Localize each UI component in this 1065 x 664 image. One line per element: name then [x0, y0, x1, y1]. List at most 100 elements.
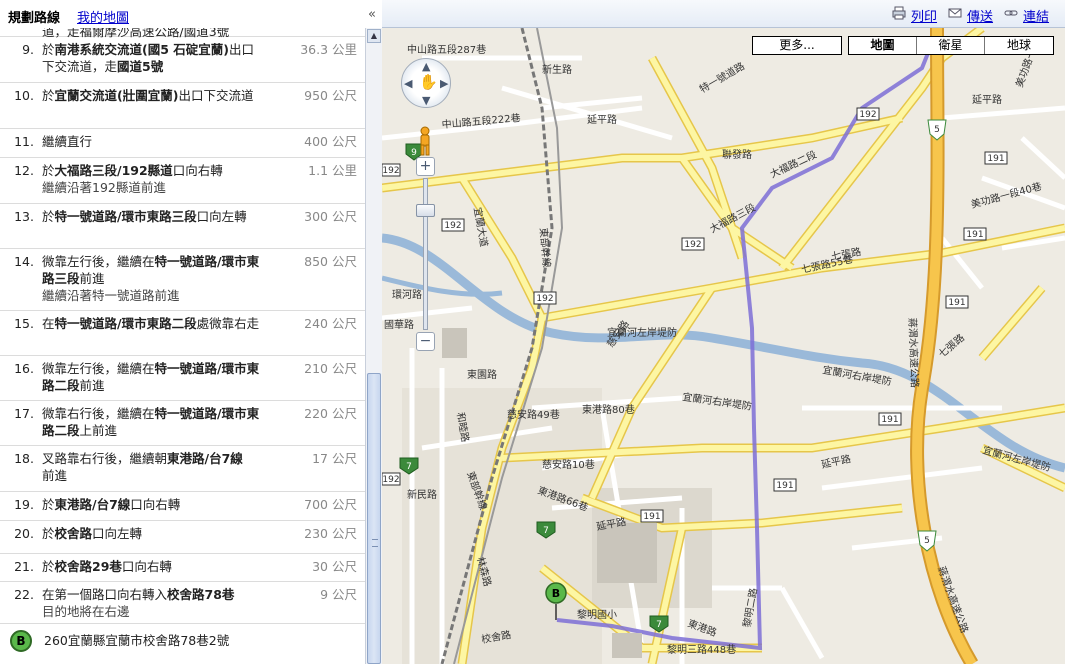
step-distance: 30 公尺 — [312, 559, 357, 574]
pan-down-icon[interactable]: ▼ — [422, 94, 430, 107]
step-text: 在特一號道路/環市東路二段處微靠右走 — [42, 316, 260, 331]
hand-icon[interactable]: ✋ — [419, 73, 438, 91]
pan-up-icon[interactable]: ▲ — [422, 60, 430, 73]
step-distance: 700 公尺 — [304, 497, 357, 512]
send-link[interactable]: 傳送 — [967, 6, 993, 25]
step-number: 21. — [14, 559, 34, 574]
scroll-thumb[interactable] — [367, 373, 381, 664]
map-canvas[interactable]: 192 192 192 192 192 192 191 191 191 191 … — [382, 28, 1065, 664]
svg-text:192: 192 — [684, 240, 701, 250]
map-toolbar: 列印 傳送 連結 — [382, 0, 1065, 28]
destination-address: 260宜蘭縣宜蘭市校舍路78巷2號 — [44, 633, 230, 648]
step-number: 20. — [14, 526, 34, 541]
road-shield: 192 — [681, 237, 705, 251]
link-chain-icon[interactable] — [1004, 6, 1018, 20]
map-type-earth-button[interactable]: 地球 — [985, 37, 1053, 54]
destination-marker-icon: B — [10, 630, 32, 652]
step-number: 10. — [14, 88, 34, 103]
step-number: 16. — [14, 361, 34, 376]
direction-step[interactable]: 10. 於宜蘭交流道(壯圍宜蘭)出口下交流道 950 公尺 — [0, 83, 365, 129]
step-text: 於特一號道路/環市東路三段口向左轉 — [42, 209, 247, 224]
map-graphic: 192 192 192 192 192 192 191 191 191 191 … — [382, 28, 1065, 664]
road-label: 環河路 — [392, 288, 422, 301]
directions-scrollbar[interactable]: ▲ — [365, 28, 382, 664]
scroll-up-arrow-icon[interactable]: ▲ — [367, 29, 381, 43]
svg-text:191: 191 — [881, 415, 898, 425]
my-maps-link[interactable]: 我的地圖 — [77, 7, 129, 26]
svg-text:192: 192 — [382, 166, 399, 176]
road-shield: 191 — [963, 227, 987, 241]
direction-step[interactable]: 17. 微靠右行後，繼續在特一號道路/環市東路二段上前進 220 公尺 — [0, 401, 365, 446]
direction-step[interactable]: 12. 於大福路三段/192縣道口向右轉 繼續沿著192縣道前進 1.1 公里 — [0, 158, 365, 204]
step-text: 於南港系統交流道(國5 石碇宜蘭)出口下交流道，走國道5號 — [42, 42, 255, 74]
road-label: 中山路五段287巷 — [407, 43, 486, 56]
svg-text:191: 191 — [776, 481, 793, 491]
svg-text:5: 5 — [934, 125, 940, 135]
step-text: 叉路靠右行後，繼續朝東港路/台7線 前進 — [42, 451, 243, 483]
zoom-out-button[interactable]: − — [416, 332, 435, 351]
direction-step[interactable]: 14. 微靠左行後，繼續在特一號道路/環市東路三段前進 繼續沿著特一號道路前進 8… — [0, 249, 365, 311]
road-shield: 192 — [382, 163, 401, 177]
svg-text:191: 191 — [643, 512, 660, 522]
svg-text:192: 192 — [382, 475, 399, 485]
building — [597, 523, 657, 583]
step-distance: 36.3 公里 — [300, 42, 357, 57]
direction-step[interactable]: 13. 於特一號道路/環市東路三段口向左轉 300 公尺 — [0, 204, 365, 249]
step-distance: 300 公尺 — [304, 209, 357, 224]
step-text: 微靠左行後，繼續在特一號道路/環市東路二段前進 — [42, 361, 260, 393]
direction-step[interactable]: 22. 在第一個路口向右轉入校舍路78巷 目的地將在右邊 9 公尺 — [0, 582, 365, 624]
destination-row[interactable]: B 260宜蘭縣宜蘭市校舍路78巷2號 — [0, 624, 365, 654]
step-number: 14. — [14, 254, 34, 269]
step-text: 於大福路三段/192縣道口向右轉 繼續沿著192縣道前進 — [42, 163, 223, 195]
road-label: 慈安路10巷 — [542, 458, 595, 471]
map-type-map-button[interactable]: 地圖 — [849, 37, 917, 54]
direction-step[interactable]: 15. 在特一號道路/環市東路二段處微靠右走 240 公尺 — [0, 311, 365, 356]
step-number: 17. — [14, 406, 34, 421]
road-label: 新生路 — [542, 63, 572, 76]
road-label: 慈安路49巷 — [507, 408, 560, 421]
step-note: 繼續沿著192縣道前進 — [42, 180, 166, 195]
svg-text:7: 7 — [406, 462, 412, 472]
direction-step[interactable]: 18. 叉路靠右行後，繼續朝東港路/台7線 前進 17 公尺 — [0, 446, 365, 492]
step-text: 於校舍路29巷口向右轉 — [42, 559, 172, 574]
zoom-slider-thumb[interactable] — [416, 204, 435, 218]
direction-step[interactable]: 11. 繼續直行 400 公尺 — [0, 129, 365, 158]
link-link[interactable]: 連結 — [1023, 6, 1049, 25]
map-type-satellite-button[interactable]: 衛星 — [917, 37, 985, 54]
step-number: 12. — [14, 163, 34, 178]
direction-step[interactable]: 9. 於南港系統交流道(國5 石碇宜蘭)出口下交流道，走國道5號 36.3 公里 — [0, 37, 365, 83]
step-text: 微靠左行後，繼續在特一號道路/環市東路三段前進 繼續沿著特一號道路前進 — [42, 254, 260, 303]
step-text: 於校舍路口向左轉 — [42, 526, 143, 541]
directions-panel: 規劃路線 我的地圖 « 道，走福爾摩沙高速公路/國道3號 9. 於南港系統交流道… — [0, 0, 382, 664]
printer-icon[interactable] — [892, 6, 906, 20]
print-link[interactable]: 列印 — [911, 6, 937, 25]
more-button[interactable]: 更多... — [752, 36, 842, 55]
step-distance: 210 公尺 — [304, 361, 357, 376]
step-distance: 230 公尺 — [304, 526, 357, 541]
zoom-in-button[interactable]: + — [416, 157, 435, 176]
step-distance: 950 公尺 — [304, 88, 357, 103]
step-distance: 9 公尺 — [320, 587, 357, 602]
pan-right-icon[interactable]: ▶ — [440, 77, 448, 90]
road-label: 黎明國小 — [577, 608, 617, 621]
pegman-icon[interactable] — [417, 126, 433, 156]
road-label: 延平路 — [972, 93, 1002, 106]
step-distance: 240 公尺 — [304, 316, 357, 331]
envelope-icon[interactable] — [948, 6, 962, 20]
zoom-slider-track[interactable] — [423, 178, 428, 330]
road-shield: 192 — [856, 107, 880, 121]
step-number: 11. — [14, 134, 34, 149]
pan-left-icon[interactable]: ◀ — [404, 77, 412, 90]
direction-step[interactable]: 16. 微靠左行後，繼續在特一號道路/環市東路二段前進 210 公尺 — [0, 356, 365, 401]
direction-step[interactable]: 19. 於東港路/台7線口向右轉 700 公尺 — [0, 492, 365, 521]
pan-control[interactable]: ▲ ▼ ◀ ▶ ✋ — [401, 58, 451, 108]
collapse-panel-button[interactable]: « — [364, 6, 380, 24]
direction-step[interactable]: 道，走福爾摩沙高速公路/國道3號 — [0, 28, 365, 39]
step-note: 目的地將在右邊 — [42, 604, 130, 619]
svg-text:192: 192 — [536, 294, 553, 304]
step-text: 於宜蘭交流道(壯圍宜蘭)出口下交流道 — [42, 88, 254, 103]
svg-text:191: 191 — [966, 230, 983, 240]
step-number: 22. — [14, 587, 34, 602]
direction-step[interactable]: 21. 於校舍路29巷口向右轉 30 公尺 — [0, 554, 365, 582]
direction-step[interactable]: 20. 於校舍路口向左轉 230 公尺 — [0, 521, 365, 554]
